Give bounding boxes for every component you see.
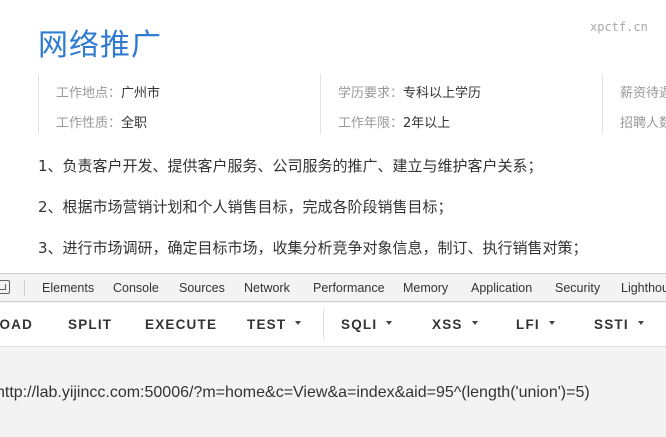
test-dropdown-label: TEST: [247, 317, 287, 332]
tab-security[interactable]: Security: [555, 281, 600, 295]
lfi-dropdown[interactable]: LFI: [516, 317, 555, 332]
job-salary-label: 薪资待遇: [620, 86, 666, 101]
chevron-down-icon: [637, 321, 644, 326]
tab-performance[interactable]: Performance: [313, 281, 385, 295]
test-dropdown[interactable]: TEST: [247, 317, 302, 332]
device-toolbar-icon[interactable]: [0, 280, 10, 294]
job-info-column-2: 学历要求：专科以上学历 工作年限：2年以上: [320, 74, 602, 134]
job-title: 网络推广: [38, 28, 162, 63]
execute-button[interactable]: EXECUTE: [145, 317, 217, 332]
tab-console[interactable]: Console: [113, 281, 159, 295]
job-experience-label: 工作年限：: [338, 116, 404, 131]
job-location: 工作地点：广州市: [56, 82, 160, 101]
job-location-value: 广州市: [121, 86, 161, 101]
tab-application[interactable]: Application: [471, 281, 532, 295]
url-input[interactable]: http://lab.yijincc.com:50006/?m=home&c=V…: [0, 384, 590, 402]
tab-elements[interactable]: Elements: [42, 281, 94, 295]
ssti-dropdown[interactable]: SSTI: [594, 317, 644, 332]
job-duty-2: 2、根据市场营销计划和个人销售目标，完成各阶段销售目标；: [38, 198, 453, 216]
job-type-label: 工作性质：: [56, 116, 122, 131]
job-duty-1: 1、负责客户开发、提供客户服务、公司服务的推广、建立与维护客户关系；: [38, 157, 543, 175]
tab-lighthouse[interactable]: Lighthouse: [621, 281, 666, 295]
xss-dropdown-label: XSS: [432, 317, 463, 332]
job-salary: 薪资待遇: [620, 82, 666, 101]
job-type: 工作性质：全职: [56, 112, 147, 131]
job-type-value: 全职: [121, 116, 148, 131]
load-button[interactable]: LOAD: [0, 317, 33, 332]
tab-network[interactable]: Network: [244, 281, 290, 295]
job-info-column-1: 工作地点：广州市 工作性质：全职: [38, 74, 320, 134]
split-button[interactable]: SPLIT: [68, 317, 112, 332]
job-education: 学历要求：专科以上学历: [338, 82, 481, 101]
sqli-dropdown-label: SQLI: [341, 317, 378, 332]
chevron-down-icon: [548, 321, 555, 326]
job-location-label: 工作地点：: [56, 86, 122, 101]
job-education-value: 专科以上学历: [403, 86, 482, 101]
hackbar-url-area[interactable]: http://lab.yijincc.com:50006/?m=home&c=V…: [0, 348, 666, 437]
job-detail-page: 网络推广 xpctf.cn 工作地点：广州市 工作性质：全职 学历要求：专科以上…: [0, 0, 666, 272]
job-education-label: 学历要求：: [338, 86, 404, 101]
xss-dropdown[interactable]: XSS: [432, 317, 478, 332]
chevron-down-icon: [295, 321, 302, 326]
tab-memory[interactable]: Memory: [403, 281, 448, 295]
ssti-dropdown-label: SSTI: [594, 317, 629, 332]
job-info-column-3: 薪资待遇 招聘人数: [602, 74, 666, 134]
chevron-down-icon: [386, 321, 393, 326]
tab-sources[interactable]: Sources: [179, 281, 225, 295]
chevron-down-icon: [471, 321, 478, 326]
job-experience: 工作年限：2年以上: [338, 112, 450, 131]
hackbar-toolbar: LOAD SPLIT EXECUTE TEST SQLI XSS LFI SST…: [0, 303, 666, 347]
lfi-dropdown-label: LFI: [516, 317, 540, 332]
site-watermark: xpctf.cn: [590, 20, 648, 34]
job-duty-3: 3、进行市场调研，确定目标市场，收集分析竞争对象信息，制订、执行销售对策；: [38, 239, 588, 257]
toolbar-divider: [323, 309, 324, 339]
devtools-panel: Elements Console Sources Network Perform…: [0, 273, 666, 437]
sqli-dropdown[interactable]: SQLI: [341, 317, 393, 332]
job-headcount: 招聘人数: [620, 112, 666, 131]
job-experience-value: 2年以上: [403, 116, 451, 131]
devtools-tab-bar: Elements Console Sources Network Perform…: [0, 274, 666, 302]
devtools-separator: [24, 280, 25, 296]
job-headcount-label: 招聘人数: [620, 116, 666, 131]
